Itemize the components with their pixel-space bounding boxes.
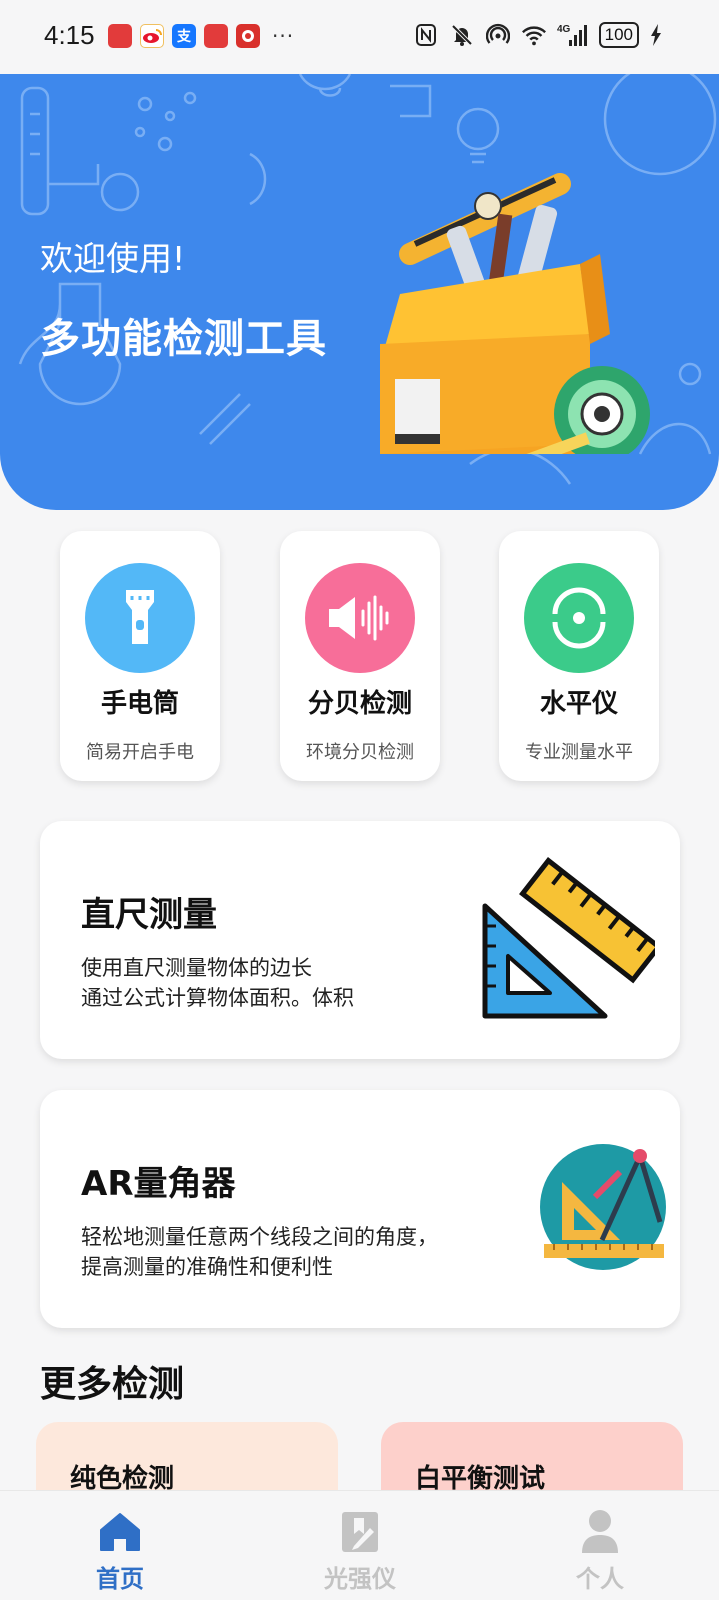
battery-level: 100	[598, 22, 639, 48]
tool-subtitle: 环境分贝检测	[306, 742, 414, 763]
feature-title: AR量角器	[81, 1164, 236, 1204]
tool-subtitle: 专业测量水平	[525, 742, 633, 763]
light-meter-icon	[335, 1507, 385, 1557]
nav-profile[interactable]: 个人	[520, 1491, 680, 1600]
nav-light-meter[interactable]: 光强仪	[280, 1491, 440, 1600]
nav-label: 光强仪	[324, 1565, 396, 1593]
welcome-text: 欢迎使用!	[40, 239, 186, 278]
weibo-icon	[140, 24, 164, 48]
more-tests-heading: 更多检测	[40, 1364, 185, 1405]
nav-label: 首页	[96, 1565, 144, 1593]
person-icon	[575, 1507, 625, 1557]
feature-description-line-2: 通过公式计算物体面积。体积	[81, 986, 354, 1010]
tool-title: 手电筒	[100, 689, 179, 719]
flashlight-icon	[85, 563, 195, 673]
feature-description-line-1: 使用直尺测量物体的边长	[81, 956, 312, 980]
spirit-level-card[interactable]: 水平仪 专业测量水平	[499, 531, 659, 781]
feature-description: 轻松地测量任意两个线段之间的角度，提高测量的准确性和便利性	[81, 1225, 438, 1279]
nav-home[interactable]: 首页	[40, 1491, 200, 1600]
status-bar: 4:15 支 ··· 4G 100	[0, 0, 719, 74]
app-title: 多功能检测工具	[40, 316, 327, 362]
bottom-navigation: 首页 光强仪 个人	[0, 1490, 719, 1600]
decibel-card[interactable]: 分贝检测 环境分贝检测	[280, 531, 440, 781]
hotspot-icon	[485, 22, 511, 48]
ar-protractor-card[interactable]: AR量角器 轻松地测量任意两个线段之间的角度，提高测量的准确性和便利性	[40, 1090, 680, 1328]
notification-icons: 支 ···	[108, 24, 294, 48]
flashlight-card[interactable]: 手电筒 简易开启手电	[60, 531, 220, 781]
ruler-icon	[482, 857, 655, 1019]
wifi-icon	[521, 22, 547, 48]
level-icon	[524, 563, 634, 673]
home-icon	[95, 1507, 145, 1557]
feature-title: 直尺测量	[81, 895, 217, 935]
nfc-icon	[413, 22, 439, 48]
toolbox-illustration-icon	[380, 173, 650, 454]
system-icons: 4G 100	[413, 22, 663, 48]
sound-wave-icon	[305, 563, 415, 673]
app-notification-3-icon	[236, 24, 260, 48]
alipay-icon: 支	[172, 24, 196, 48]
feature-description: 使用直尺测量物体的边长 通过公式计算物体面积。体积	[81, 953, 461, 1013]
ruler-measure-card[interactable]: 直尺测量 使用直尺测量物体的边长 通过公式计算物体面积。体积	[40, 821, 680, 1059]
app-notification-2-icon	[204, 24, 228, 48]
status-time: 4:15	[44, 20, 95, 50]
protractor-icon	[540, 1144, 666, 1270]
charging-bolt-icon	[649, 22, 663, 48]
mute-bell-icon	[449, 22, 475, 48]
svg-text:4G: 4G	[557, 24, 571, 35]
hero-banner: 欢迎使用! 多功能检测工具	[0, 74, 719, 510]
tool-title: 水平仪	[539, 689, 618, 719]
nav-label: 个人	[576, 1565, 624, 1593]
more-notifications-icon: ···	[272, 24, 295, 48]
tool-title: 分贝检测	[307, 689, 412, 719]
cellular-signal-icon: 4G	[557, 22, 589, 48]
app-notification-1-icon	[108, 24, 132, 48]
tool-subtitle: 简易开启手电	[86, 742, 194, 763]
